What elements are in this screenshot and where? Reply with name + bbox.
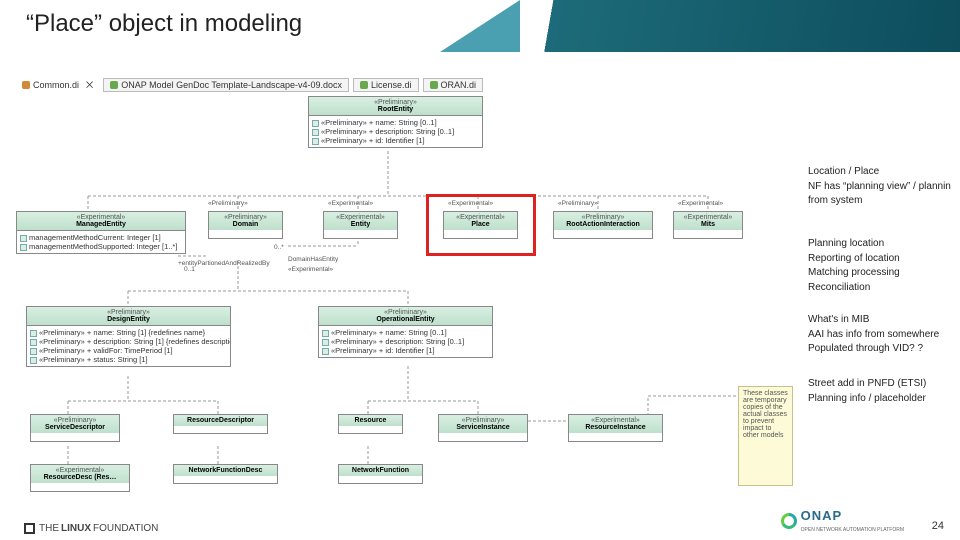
linux-foundation-logo: THE THE LINUX FOUNDATION LINUXFOUNDATION [24,523,158,534]
class-managed-entity[interactable]: «Experimental»ManagedEntity managementMe… [16,211,186,254]
tab-common[interactable]: Common.di⨉ [16,78,99,92]
side-text-4: Street add in PNFD (ETSI) Planning info … [808,378,958,407]
side-text-2: Planning location Reporting of location … [808,238,958,296]
note-temp-classes: These classes are temporary copies of th… [738,386,793,486]
connectors [8,96,798,496]
label-experimental2: «Experimental» [448,200,493,207]
class-design-entity[interactable]: «Preliminary»DesignEntity «Preliminary» … [26,306,231,367]
footer: THE THE LINUX FOUNDATION LINUXFOUNDATION… [0,512,960,534]
class-network-function-desc[interactable]: NetworkFunctionDesc [173,464,278,484]
lf-icon [24,523,35,534]
tab-icon [22,81,30,89]
diagram-area: Common.di⨉ ONAP Model GenDoc Template-La… [8,78,798,508]
tab-icon [430,81,438,89]
class-resource-descriptor[interactable]: ResourceDescriptor [173,414,268,434]
class-root-entity[interactable]: «Preliminary»RootEntity «Preliminary» + … [308,96,483,148]
label-mult-01: 0..1 [184,266,195,273]
label-experimental4: «Experimental» [288,266,333,273]
label-domain-has-entity: DomainHasEntity [288,256,338,263]
class-domain[interactable]: «Preliminary»Domain [208,211,283,239]
header-decor [480,0,960,52]
header: “Place” object in modeling [0,0,960,52]
label-experimental: «Experimental» [328,200,373,207]
class-service-instance[interactable]: «Preliminary»ServiceInstance [438,414,528,442]
editor-tabs: Common.di⨉ ONAP Model GenDoc Template-La… [8,78,798,92]
tab-icon [360,81,368,89]
label-preliminary: «Preliminary» [208,200,248,207]
tab-oran[interactable]: ORAN.di [423,78,484,92]
page-number: 24 [932,520,944,532]
tab-icon [110,81,118,89]
class-resource[interactable]: Resource [338,414,403,434]
class-service-descriptor[interactable]: «Preliminary»ServiceDescriptor [30,414,120,442]
tab-license[interactable]: License.di [353,78,419,92]
class-network-function[interactable]: NetworkFunction [338,464,423,484]
label-experimental3: «Experimental» [678,200,723,207]
class-rai[interactable]: «Preliminary»RootActionInteraction [553,211,653,239]
class-resource-desc-exp[interactable]: «Experimental»ResourceDesc (Res… [30,464,130,492]
onap-icon [781,513,797,529]
class-mits[interactable]: «Experimental»Mits [673,211,743,239]
side-text-1: Location / Place NF has “planning view” … [808,166,958,210]
onap-logo: ONAP OPEN NETWORK AUTOMATION PLATFORM [781,508,904,534]
tab-gendoc[interactable]: ONAP Model GenDoc Template-Landscape-v4-… [103,78,349,92]
class-resource-instance[interactable]: «Experimental»ResourceInstance [568,414,663,442]
label-preliminary2: «Preliminary» [558,200,598,207]
class-entity[interactable]: «Experimental»Entity [323,211,398,239]
slide-title: “Place” object in modeling [26,10,302,38]
label-mult-0n: 0..* [274,244,284,251]
side-text-3: What's in MIB AAI has info from somewher… [808,314,958,358]
class-operational-entity[interactable]: «Preliminary»OperationalEntity «Prelimin… [318,306,493,358]
uml-canvas: «Preliminary»RootEntity «Preliminary» + … [8,96,798,496]
